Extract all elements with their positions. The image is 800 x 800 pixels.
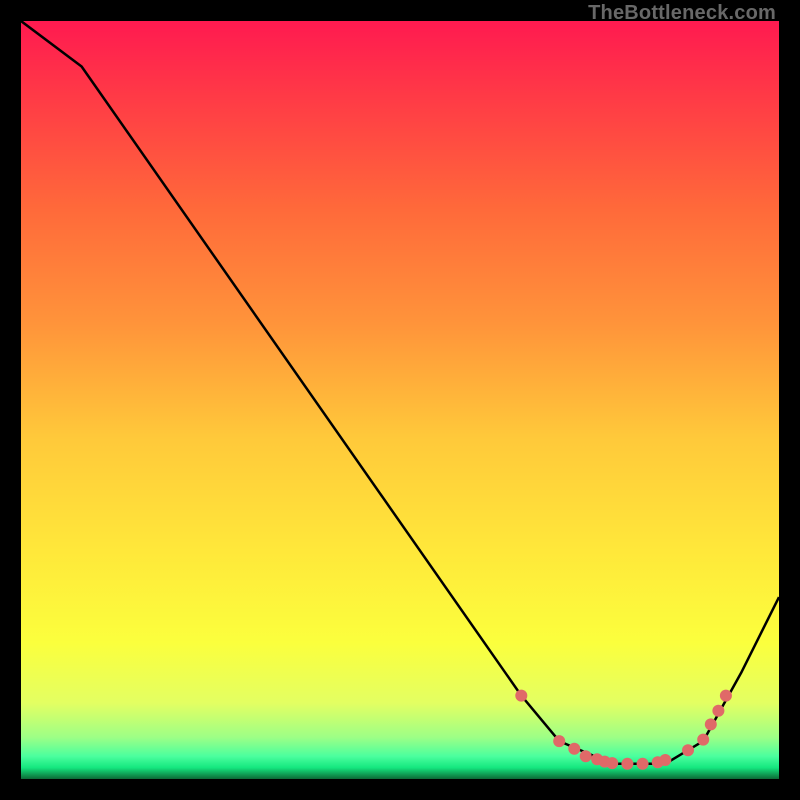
chart-frame — [21, 21, 779, 779]
optimal-range-dot — [568, 743, 580, 755]
chart-background — [21, 21, 779, 779]
optimal-range-dot — [682, 744, 694, 756]
optimal-range-dot — [705, 718, 717, 730]
optimal-range-dot — [606, 757, 618, 769]
optimal-range-dot — [553, 735, 565, 747]
optimal-range-dot — [720, 690, 732, 702]
optimal-range-dot — [697, 734, 709, 746]
optimal-range-dot — [659, 754, 671, 766]
optimal-range-dot — [712, 705, 724, 717]
optimal-range-dot — [621, 758, 633, 770]
bottleneck-chart — [21, 21, 779, 779]
optimal-range-dot — [515, 690, 527, 702]
watermark-text: TheBottleneck.com — [588, 2, 776, 25]
optimal-range-dot — [637, 758, 649, 770]
optimal-range-dot — [580, 750, 592, 762]
